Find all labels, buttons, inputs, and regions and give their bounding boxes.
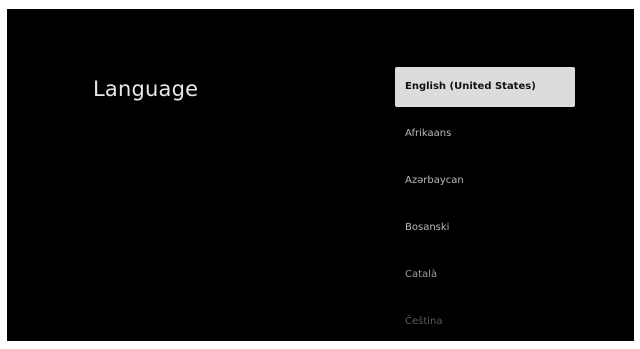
tv-screen: Language English (United States) Afrikaa… — [7, 9, 634, 341]
language-option-azerbaycan[interactable]: Azərbaycan — [395, 161, 575, 201]
language-option-cestina[interactable]: Čeština — [395, 302, 575, 341]
page-title: Language — [93, 77, 199, 101]
language-option-afrikaans[interactable]: Afrikaans — [395, 114, 575, 154]
language-list: English (United States) Afrikaans Azərba… — [395, 67, 575, 341]
language-option-bosanski[interactable]: Bosanski — [395, 208, 575, 248]
language-option-catala[interactable]: Català — [395, 255, 575, 295]
language-option-english-us[interactable]: English (United States) — [395, 67, 575, 107]
